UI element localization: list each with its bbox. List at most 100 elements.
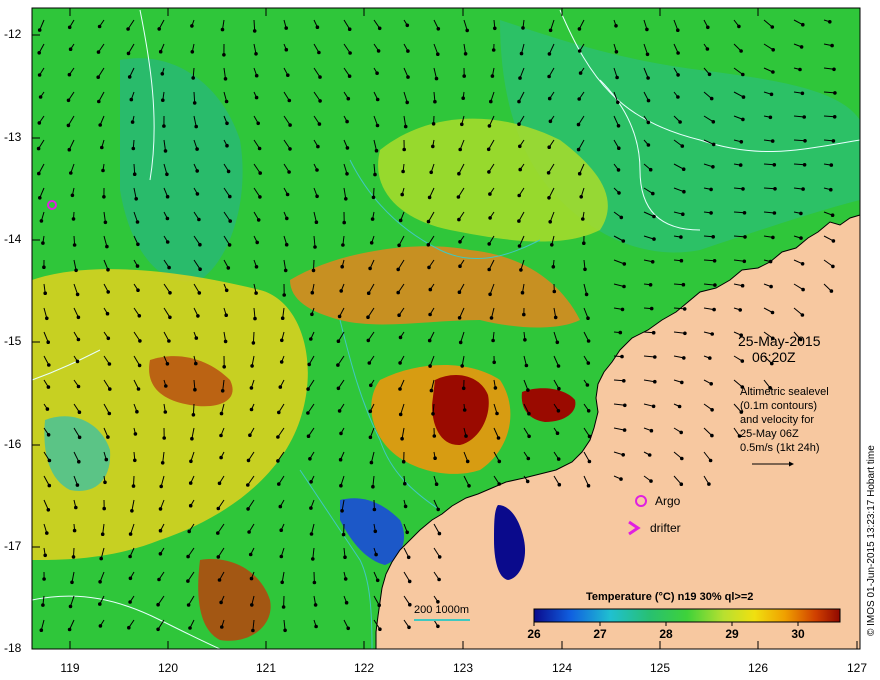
lon-tick-label: 121: [255, 661, 277, 675]
velocity-arrow-head: [76, 315, 81, 320]
velocity-arrow-head: [104, 457, 109, 462]
velocity-arrow-head: [68, 47, 73, 52]
velocity-arrow-head: [127, 75, 132, 79]
velocity-arrow-head: [76, 337, 81, 342]
velocity-arrow-head: [311, 557, 315, 561]
lat-tick-label: -12: [4, 27, 22, 41]
velocity-arrow-head: [191, 76, 195, 80]
velocity-arrow-head: [683, 331, 687, 336]
velocity-arrow-head: [198, 267, 202, 272]
velocity-arrow-head: [740, 359, 745, 363]
velocity-arrow-head: [163, 410, 168, 414]
velocity-arrow-head: [645, 27, 649, 32]
velocity-arrow-head: [45, 531, 49, 535]
velocity-arrow-head: [197, 291, 202, 295]
velocity-arrow-head: [189, 459, 193, 464]
velocity-arrow-head: [429, 170, 434, 175]
velocity-arrow-head: [676, 73, 680, 77]
velocity-arrow-head: [427, 265, 431, 270]
lon-tick-label: 123: [452, 661, 474, 675]
velocity-arrow-head: [105, 244, 109, 249]
velocity-arrow-head: [248, 433, 252, 438]
lat-tick-label: -15: [4, 334, 22, 348]
velocity-arrow-head: [344, 600, 349, 605]
velocity-arrow-head: [463, 52, 468, 56]
velocity-arrow-head: [96, 50, 101, 54]
velocity-arrow-head: [278, 504, 283, 509]
velocity-arrow-head: [398, 412, 403, 417]
velocity-arrow-head: [306, 434, 311, 439]
velocity-arrow-head: [437, 531, 442, 536]
velocity-arrow-head: [622, 379, 626, 383]
velocity-arrow-head: [67, 72, 72, 77]
velocity-arrow-head: [69, 171, 73, 175]
velocity-arrow-head: [587, 434, 592, 439]
velocity-arrow-head: [458, 147, 463, 152]
velocity-arrow-head: [617, 146, 621, 150]
velocity-arrow-head: [167, 265, 171, 270]
velocity-arrow-head: [770, 310, 775, 315]
legend-line-1: Altimetric sealevel: [740, 386, 829, 398]
velocity-arrow-head: [372, 507, 377, 512]
velocity-arrow-head: [224, 99, 229, 104]
velocity-arrow-head: [71, 217, 76, 221]
velocity-arrow-head: [676, 51, 680, 55]
velocity-arrow-head: [41, 603, 45, 607]
velocity-arrow-head: [398, 335, 403, 340]
velocity-arrow-head: [130, 509, 134, 513]
velocity-arrow-head: [406, 555, 411, 560]
velocity-arrow-head: [653, 379, 657, 384]
velocity-arrow-head: [136, 387, 141, 391]
velocity-arrow-head: [345, 119, 349, 124]
velocity-arrow-head: [524, 363, 529, 368]
velocity-arrow-head: [620, 307, 625, 312]
velocity-arrow-head: [426, 243, 431, 247]
velocity-arrow-head: [346, 96, 351, 101]
velocity-arrow-head: [37, 51, 42, 55]
velocity-arrow-head: [802, 115, 807, 119]
velocity-arrow-head: [371, 484, 375, 489]
velocity-arrow-head: [194, 124, 198, 129]
velocity-arrow-head: [828, 20, 832, 24]
velocity-arrow-head: [309, 532, 314, 536]
velocity-arrow-head: [135, 220, 140, 224]
velocity-arrow-head: [436, 52, 440, 57]
velocity-arrow-head: [738, 163, 743, 167]
velocity-arrow-head: [137, 314, 142, 318]
velocity-arrow-head: [314, 220, 319, 224]
velocity-arrow-head: [216, 531, 220, 535]
colorbar-tick-label: 29: [725, 627, 739, 641]
velocity-arrow-head: [190, 24, 194, 28]
velocity-arrow-head: [461, 96, 466, 100]
velocity-arrow-head: [283, 628, 287, 633]
velocity-arrow-head: [578, 71, 583, 75]
velocity-arrow-head: [128, 600, 132, 604]
velocity-arrow-head: [252, 29, 257, 33]
velocity-arrow-head: [830, 213, 835, 217]
lat-tick-label: -14: [4, 232, 22, 246]
velocity-arrow-head: [198, 242, 202, 247]
velocity-arrow-head: [457, 290, 462, 295]
velocity-arrow-head: [679, 482, 684, 487]
velocity-arrow-head: [316, 144, 320, 149]
date-label: 25-May-2015: [738, 333, 821, 349]
velocity-arrow-head: [107, 362, 112, 366]
velocity-arrow-head: [830, 43, 834, 48]
velocity-arrow-head: [67, 627, 72, 632]
velocity-arrow-head: [397, 243, 401, 248]
velocity-arrow-head: [651, 330, 656, 335]
velocity-arrow-head: [374, 148, 379, 153]
velocity-arrow-head: [709, 96, 714, 101]
velocity-arrow-head: [710, 332, 715, 336]
velocity-arrow-head: [284, 242, 289, 247]
velocity-arrow-head: [194, 336, 199, 340]
velocity-arrow-head: [557, 482, 562, 487]
velocity-arrow-head: [342, 220, 347, 225]
velocity-arrow-head: [832, 115, 837, 119]
colorbar-tick-label: 28: [659, 627, 673, 641]
velocity-arrow-head: [47, 458, 52, 463]
velocity-arrow-head: [276, 459, 280, 463]
velocity-arrow-head: [347, 27, 352, 32]
velocity-arrow-head: [186, 579, 190, 583]
velocity-arrow-head: [280, 338, 284, 343]
